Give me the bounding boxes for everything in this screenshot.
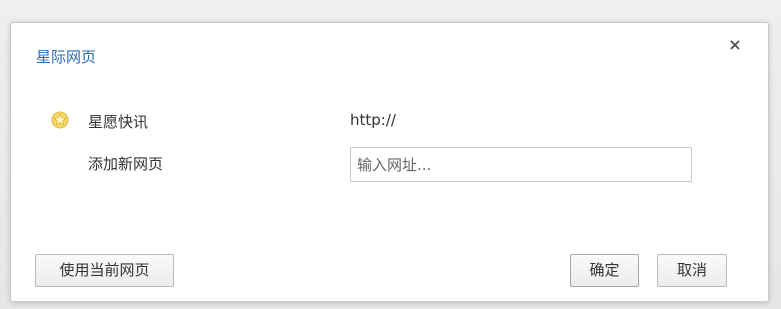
dialog-title: 星际网页 — [36, 48, 97, 66]
ok-button[interactable]: 确定 — [570, 254, 639, 287]
use-current-page-button[interactable]: 使用当前网页 — [35, 254, 174, 287]
star-favicon-icon — [51, 111, 69, 129]
current-site-url: http:// — [350, 111, 396, 129]
add-page-dialog: 星际网页 × 星愿快讯 http:// 添加新网页 使用当前网页 确定 取消 — [10, 22, 769, 302]
url-input[interactable] — [350, 147, 692, 182]
add-page-label: 添加新网页 — [88, 155, 164, 173]
add-page-row: 添加新网页 — [11, 147, 768, 182]
close-icon[interactable]: × — [726, 36, 744, 54]
current-site-name: 星愿快讯 — [88, 113, 149, 131]
current-site-row: 星愿快讯 http:// — [11, 105, 768, 135]
cancel-button[interactable]: 取消 — [657, 254, 727, 287]
